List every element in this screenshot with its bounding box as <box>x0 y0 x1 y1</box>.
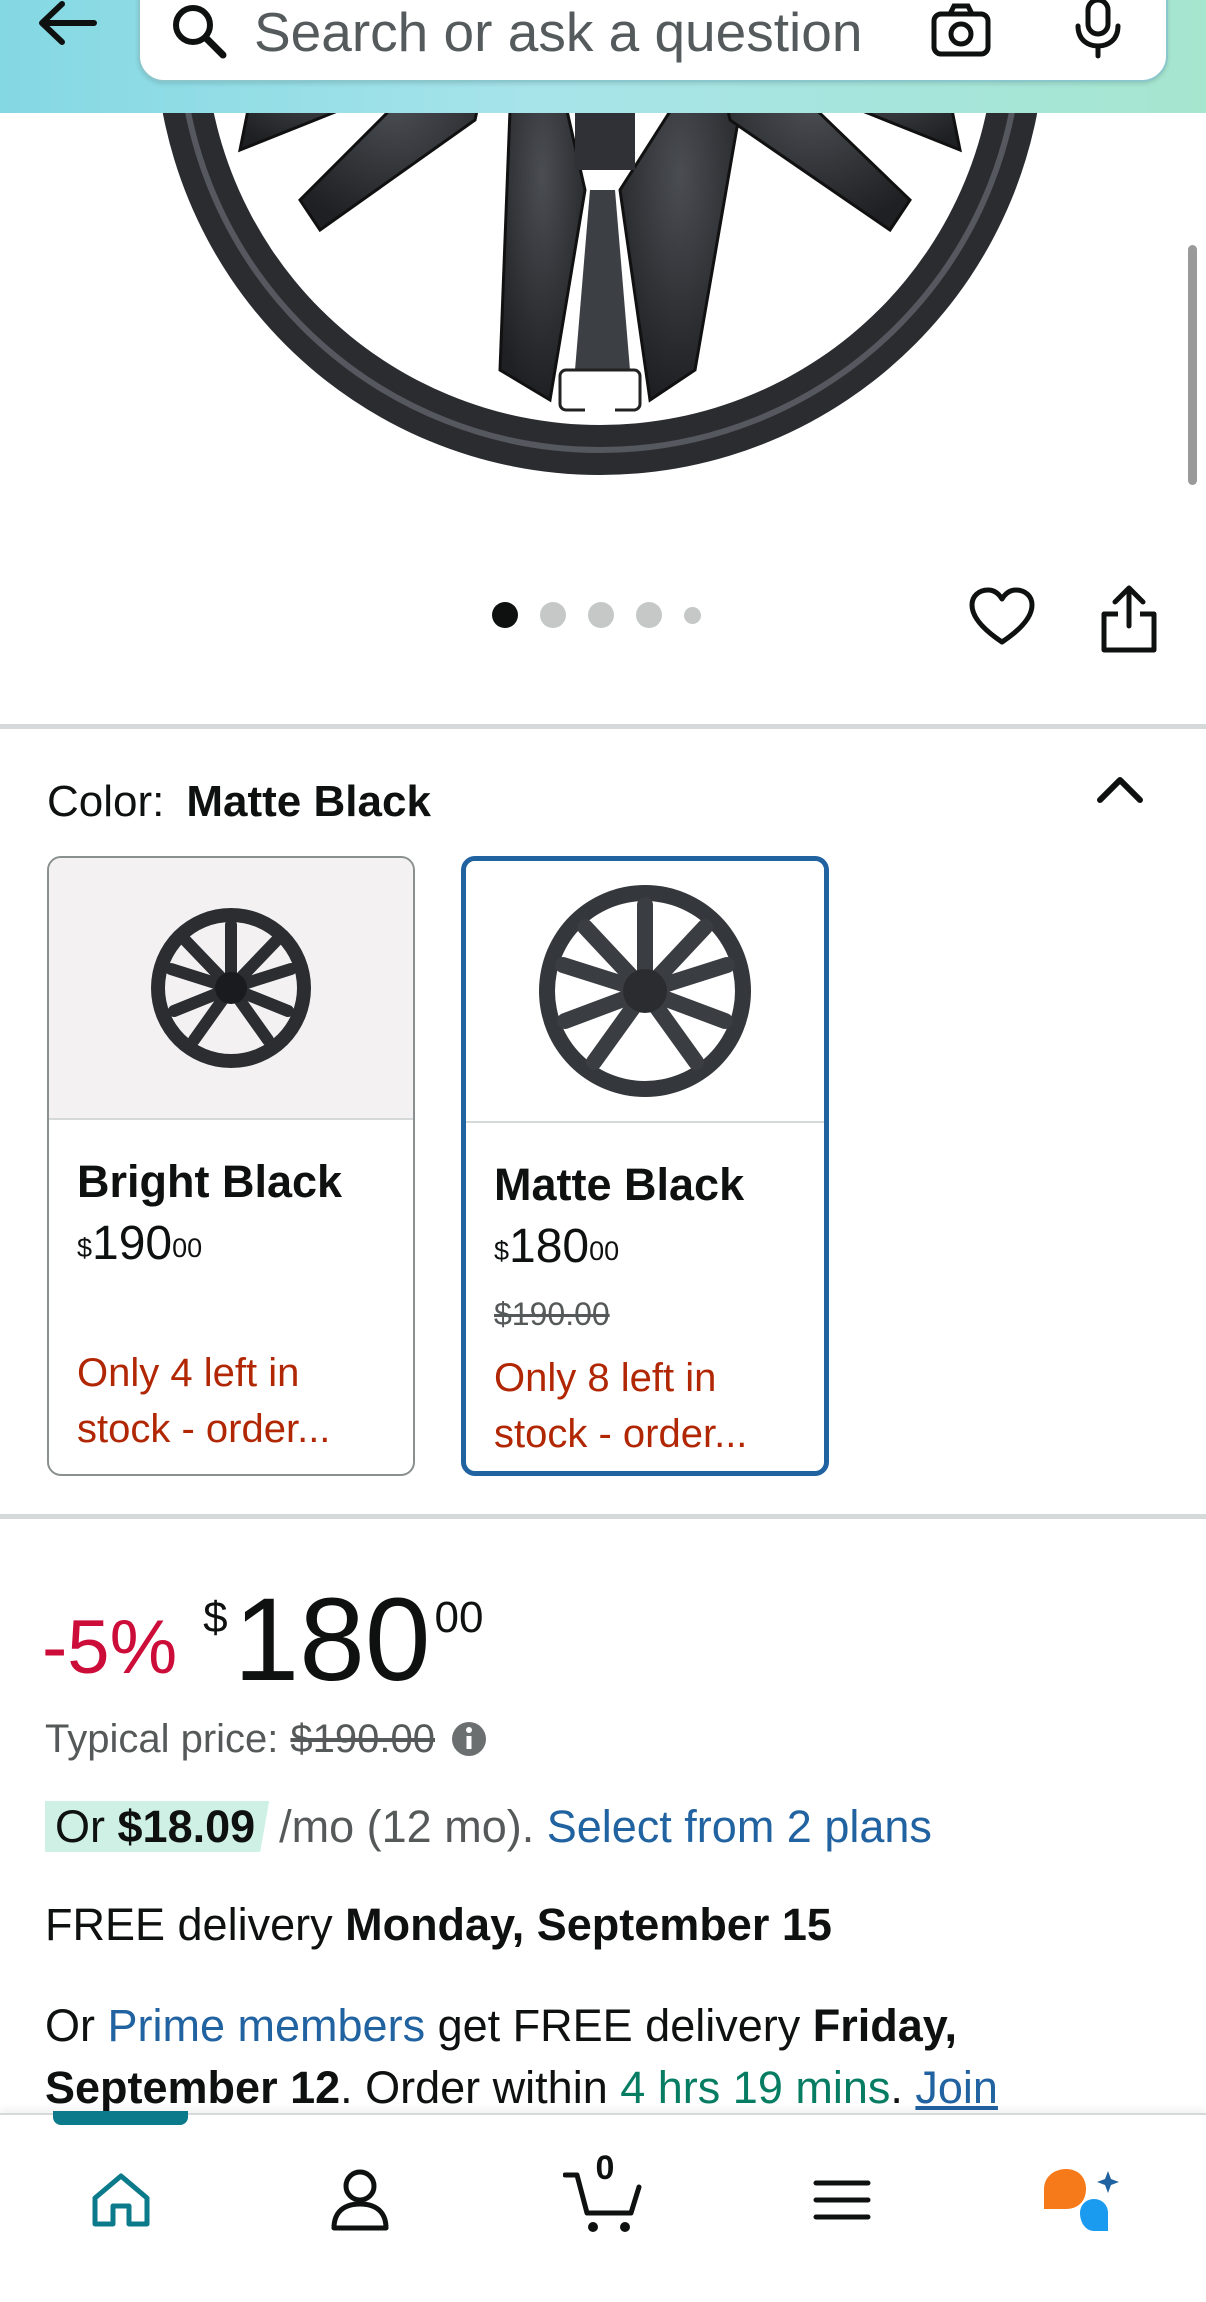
pagination-dot[interactable] <box>636 602 662 628</box>
swatch-price: $19000 <box>77 1217 203 1270</box>
scrollbar[interactable] <box>1188 245 1197 485</box>
wheel-thumbnail <box>151 908 311 1068</box>
swatch-price: $18000 <box>494 1220 620 1273</box>
nav-rufus[interactable] <box>1035 2155 1125 2245</box>
share-button[interactable] <box>1098 582 1160 654</box>
nav-cart[interactable]: 0 <box>560 2149 650 2245</box>
wishlist-button[interactable] <box>968 586 1036 648</box>
wheel-thumbnail <box>539 885 751 1097</box>
home-icon <box>92 2173 150 2227</box>
swatch-image <box>49 858 413 1120</box>
collapse-color-button[interactable] <box>1092 768 1148 808</box>
microphone-icon[interactable] <box>1070 0 1126 60</box>
join-prime-link[interactable]: Join <box>915 2062 998 2113</box>
prime-delivery-info: Or Prime members get FREE delivery Frida… <box>45 2000 998 2113</box>
current-price: $ 180 00 <box>203 1574 484 1706</box>
swatch-name: Bright Black <box>77 1156 343 1207</box>
installment-term: /mo (12 mo). <box>279 1801 535 1852</box>
swatch-image <box>466 861 824 1123</box>
select-plans-link[interactable]: Select from 2 plans <box>547 1801 932 1852</box>
color-option-matte-black[interactable]: Matte Black $18000 $190.00 Only 8 left i… <box>461 856 829 1476</box>
color-option-bright-black[interactable]: Bright Black $19000 Only 4 left in stock… <box>47 856 415 1476</box>
pagination-dot[interactable] <box>684 606 701 624</box>
delivery-info: FREE delivery Monday, September 15 <box>45 1899 832 1950</box>
account-icon <box>331 2169 389 2231</box>
rufus-icon <box>1044 2169 1119 2231</box>
color-selector-header: Color: Matte Black <box>47 775 431 829</box>
back-arrow-icon <box>39 1 97 45</box>
camera-icon[interactable] <box>930 0 992 62</box>
search-input[interactable]: Search or ask a question <box>138 0 1168 82</box>
delivery-date: Monday, September 15 <box>345 1899 832 1950</box>
search-icon <box>173 5 227 59</box>
swatch-name: Matte Black <box>494 1159 745 1210</box>
section-divider <box>0 724 1206 729</box>
installment-offer: Or $18.09/mo (12 mo). Select from 2 plan… <box>45 1797 932 1857</box>
back-button[interactable] <box>32 0 102 58</box>
info-icon[interactable] <box>449 1719 489 1759</box>
section-divider <box>0 1514 1206 1519</box>
active-tab-indicator <box>53 2111 188 2125</box>
nav-home[interactable] <box>76 2155 166 2245</box>
swatch-stock-status: Only 8 left in stock - order... <box>494 1356 748 1456</box>
discount-percent: -5% <box>42 1605 178 1690</box>
heart-icon <box>969 587 1035 645</box>
nav-account[interactable] <box>315 2155 405 2245</box>
share-icon <box>1101 585 1157 653</box>
top-search-bar: Search or ask a question <box>0 0 1206 113</box>
installment-chip: Or $18.09 <box>45 1801 270 1852</box>
typical-price: Typical price: $190.00 <box>45 1712 489 1766</box>
order-countdown: 4 hrs 19 mins <box>620 2062 891 2113</box>
nav-menu[interactable] <box>797 2155 887 2245</box>
cart-count: 0 <box>595 2149 615 2187</box>
chevron-up-icon <box>1097 777 1143 803</box>
swatch-list-price: $190.00 <box>494 1296 610 1332</box>
typical-price-value: $190.00 <box>290 1717 436 1761</box>
price-block: -5% $ 180 00 <box>42 1570 483 1706</box>
color-label: Color: <box>47 777 165 826</box>
pagination-dot[interactable] <box>492 602 518 628</box>
pagination-dot[interactable] <box>588 602 614 628</box>
typical-price-label: Typical price: <box>45 1717 279 1761</box>
image-pagination-dots[interactable] <box>492 602 701 628</box>
swatch-stock-status: Only 4 left in stock - order... <box>77 1351 331 1451</box>
prime-members-link[interactable]: Prime members <box>108 2000 426 2051</box>
search-placeholder: Search or ask a question <box>254 2 863 63</box>
bottom-navigation: 0 <box>0 2113 1206 2302</box>
menu-icon <box>813 2180 871 2220</box>
pagination-dot[interactable] <box>540 602 566 628</box>
selected-color-value: Matte Black <box>186 777 431 826</box>
